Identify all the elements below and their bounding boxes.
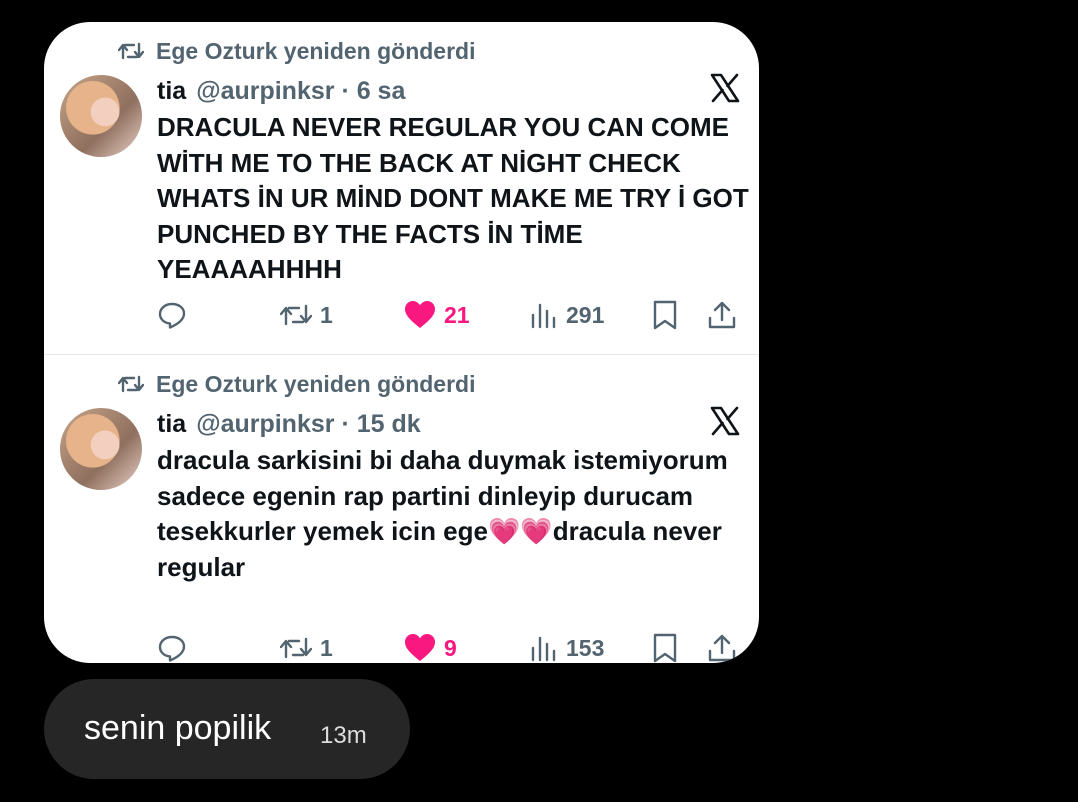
avatar[interactable] bbox=[60, 408, 142, 490]
bookmark-button[interactable] bbox=[652, 631, 686, 663]
tweet[interactable]: Ege Ozturk yeniden gönderdi tia @aurpink… bbox=[44, 22, 759, 352]
share-icon bbox=[708, 301, 736, 329]
like-button[interactable]: 21 bbox=[404, 298, 470, 332]
bookmark-icon bbox=[653, 300, 677, 330]
reply-icon bbox=[158, 635, 186, 662]
share-button[interactable] bbox=[707, 298, 745, 332]
views-icon bbox=[531, 303, 556, 329]
tweet-text: DRACULA NEVER REGULAR YOU CAN COME WİTH … bbox=[157, 112, 749, 284]
views-button[interactable]: 291 bbox=[530, 298, 604, 332]
retweet-button[interactable]: 1 bbox=[280, 631, 333, 663]
bookmark-icon bbox=[653, 633, 677, 663]
bookmark-button[interactable] bbox=[652, 298, 686, 332]
retweet-icon bbox=[118, 375, 144, 393]
retweet-icon bbox=[280, 637, 312, 659]
retweet-button[interactable]: 1 bbox=[280, 298, 333, 332]
retweet-count: 1 bbox=[320, 634, 333, 661]
like-count: 9 bbox=[444, 634, 457, 661]
handle-and-time: @aurpinksr · 15 dk bbox=[196, 409, 421, 438]
heart-icon bbox=[405, 301, 435, 328]
message-time: 13m bbox=[320, 722, 367, 749]
reply-button[interactable] bbox=[157, 631, 195, 663]
retweet-context: Ege Ozturk yeniden gönderdi bbox=[118, 369, 475, 399]
avatar[interactable] bbox=[60, 75, 142, 157]
tweet-text: dracula sarkisini bi daha duymak istemiy… bbox=[157, 445, 728, 582]
display-name[interactable]: tia bbox=[157, 77, 186, 106]
retweet-icon bbox=[118, 42, 144, 60]
share-icon bbox=[708, 634, 736, 662]
views-count: 291 bbox=[566, 301, 605, 328]
retweet-label: Ege Ozturk yeniden gönderdi bbox=[156, 37, 476, 64]
handle-and-time: @aurpinksr · 6 sa bbox=[196, 76, 406, 105]
share-button[interactable] bbox=[707, 631, 745, 663]
views-button[interactable]: 153 bbox=[530, 631, 604, 663]
reply-icon bbox=[158, 302, 186, 329]
reply-button[interactable] bbox=[157, 298, 195, 332]
like-count: 21 bbox=[444, 301, 470, 328]
message-bubble[interactable]: senin popilik 13m bbox=[44, 679, 410, 779]
x-logo-icon bbox=[710, 406, 740, 436]
tweet[interactable]: Ege Ozturk yeniden gönderdi tia @aurpink… bbox=[44, 355, 759, 663]
views-count: 153 bbox=[566, 634, 605, 661]
x-logo-icon bbox=[710, 73, 740, 103]
tweet-actions: 1 9 153 bbox=[157, 631, 747, 663]
retweet-count: 1 bbox=[320, 301, 333, 328]
message-text: senin popilik bbox=[84, 709, 272, 747]
tweet-header: tia @aurpinksr · 15 dk bbox=[157, 407, 421, 441]
views-icon bbox=[531, 636, 556, 662]
retweet-context: Ege Ozturk yeniden gönderdi bbox=[118, 36, 475, 66]
tweet-header: tia @aurpinksr · 6 sa bbox=[157, 74, 405, 108]
tweet-actions: 1 21 291 bbox=[157, 298, 747, 332]
retweet-label: Ege Ozturk yeniden gönderdi bbox=[156, 370, 476, 397]
like-button[interactable]: 9 bbox=[404, 631, 457, 663]
display-name[interactable]: tia bbox=[157, 410, 186, 439]
retweet-icon bbox=[280, 304, 312, 326]
heart-icon bbox=[405, 634, 435, 661]
shared-tweets-card[interactable]: Ege Ozturk yeniden gönderdi tia @aurpink… bbox=[44, 22, 759, 663]
